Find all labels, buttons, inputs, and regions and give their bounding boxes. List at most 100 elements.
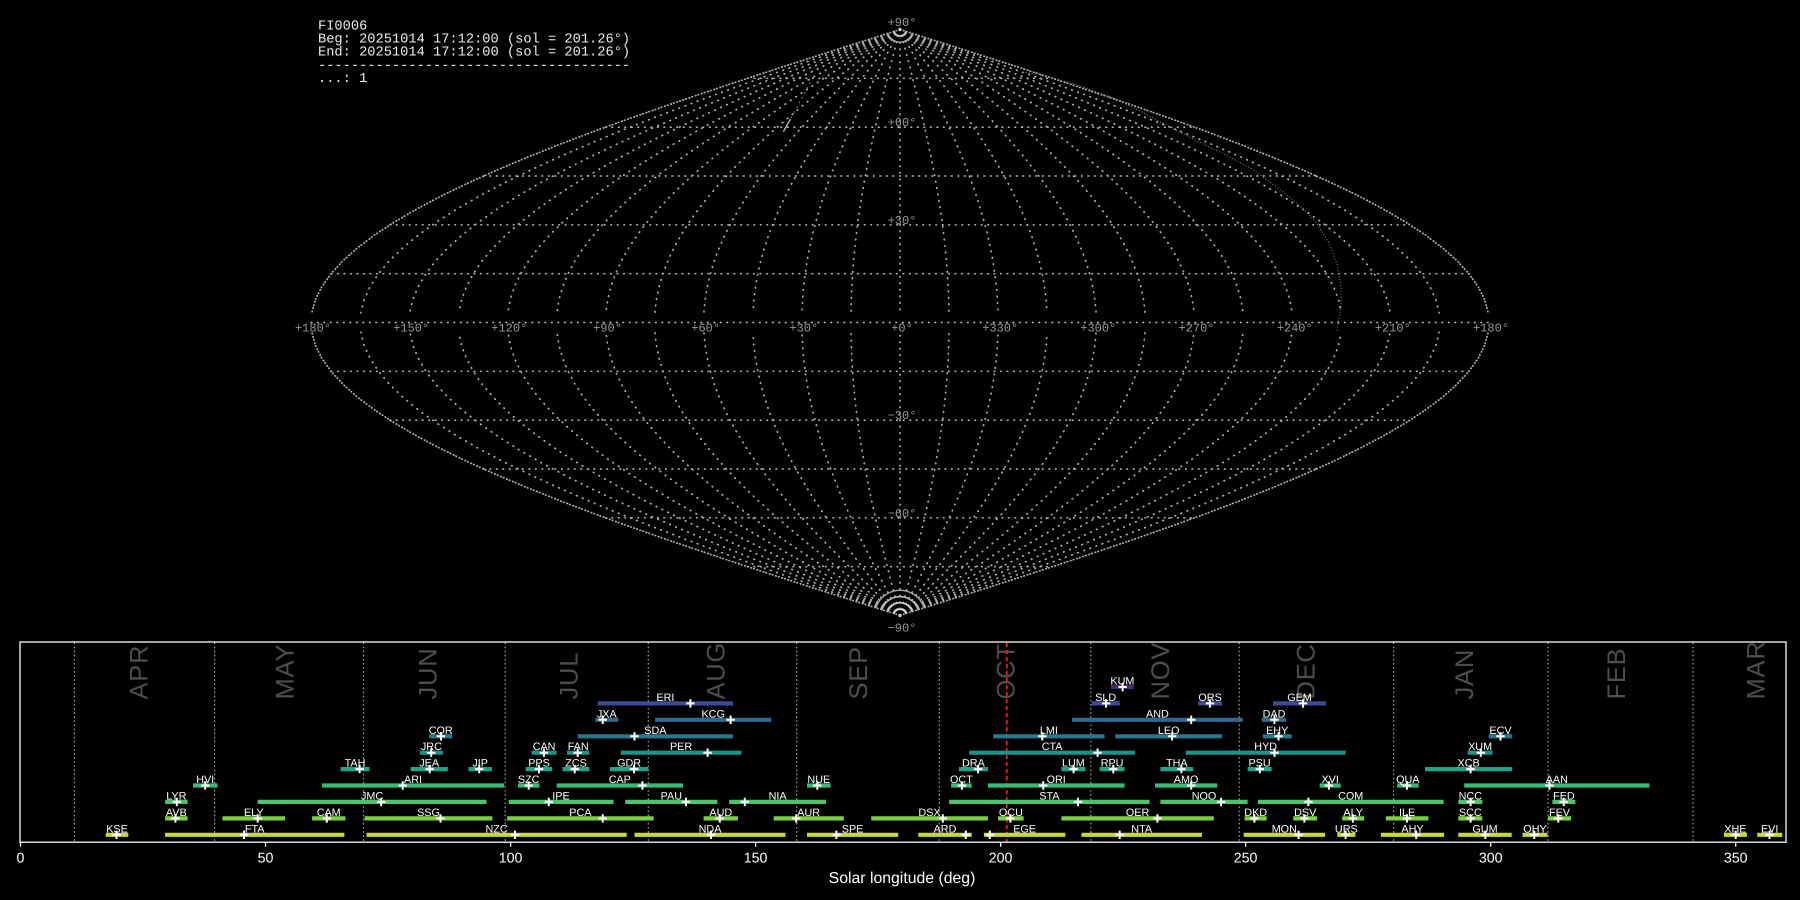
- svg-text:JIP: JIP: [472, 758, 488, 770]
- svg-text:+90°: +90°: [888, 16, 917, 30]
- svg-text:FAN: FAN: [568, 741, 589, 753]
- svg-text:LYR: LYR: [166, 790, 186, 802]
- svg-text:HYD: HYD: [1254, 741, 1277, 753]
- svg-text:ALY: ALY: [1343, 807, 1363, 819]
- svg-text:DKD: DKD: [1244, 807, 1267, 819]
- svg-text:XVI: XVI: [1321, 774, 1338, 786]
- svg-text:PSU: PSU: [1248, 758, 1270, 770]
- svg-text:PPS: PPS: [528, 758, 550, 770]
- svg-text:SPE: SPE: [842, 823, 864, 835]
- svg-text:FED: FED: [1553, 790, 1575, 802]
- svg-text:+30°: +30°: [888, 214, 917, 228]
- svg-text:ARI: ARI: [404, 774, 422, 786]
- svg-text:+60°: +60°: [691, 322, 720, 336]
- svg-text:OCT: OCT: [950, 774, 973, 786]
- svg-text:100: 100: [499, 851, 523, 867]
- svg-text:NIA: NIA: [769, 790, 788, 802]
- svg-text:NDA: NDA: [699, 823, 723, 835]
- svg-text:IPE: IPE: [552, 790, 569, 802]
- svg-text:THA: THA: [1166, 758, 1188, 770]
- svg-text:EHY: EHY: [1266, 725, 1288, 737]
- svg-text:SSG: SSG: [417, 807, 440, 819]
- svg-text:FEV: FEV: [1549, 807, 1571, 819]
- svg-text:+240°: +240°: [1277, 322, 1313, 336]
- svg-text:+180°: +180°: [295, 322, 331, 336]
- svg-text:XCB: XCB: [1457, 758, 1479, 770]
- svg-text:JAN: JAN: [1451, 649, 1479, 700]
- svg-text:FEB: FEB: [1603, 648, 1631, 700]
- svg-text:EGE: EGE: [1013, 823, 1036, 835]
- svg-text:GUM: GUM: [1472, 823, 1497, 835]
- svg-text:XUM: XUM: [1468, 741, 1492, 753]
- svg-text:+330°: +330°: [982, 322, 1018, 336]
- svg-text:CAM: CAM: [317, 807, 341, 819]
- svg-text:HVI: HVI: [196, 774, 214, 786]
- svg-text:200: 200: [989, 851, 1013, 867]
- svg-text:SLD: SLD: [1095, 692, 1116, 704]
- svg-text:+300°: +300°: [1080, 322, 1116, 336]
- svg-text:+90°: +90°: [593, 322, 622, 336]
- svg-text:AUR: AUR: [797, 807, 820, 819]
- svg-text:NZC: NZC: [485, 823, 507, 835]
- svg-text:AUG: AUG: [703, 642, 731, 700]
- svg-text:LMI: LMI: [1040, 725, 1058, 737]
- svg-text:Solar longitude (deg): Solar longitude (deg): [829, 870, 976, 887]
- svg-text:250: 250: [1234, 851, 1258, 867]
- svg-text:STA: STA: [1039, 790, 1060, 802]
- svg-text:GEM: GEM: [1287, 692, 1312, 704]
- svg-text:+180°: +180°: [1473, 322, 1509, 336]
- svg-text:PCA: PCA: [569, 807, 592, 819]
- svg-text:...: 1: ...: 1: [318, 72, 367, 87]
- svg-text:NOO: NOO: [1192, 790, 1217, 802]
- svg-text:DSX: DSX: [918, 807, 940, 819]
- svg-text:SZC: SZC: [518, 774, 540, 786]
- svg-text:EVI: EVI: [1761, 823, 1778, 835]
- svg-text:OER: OER: [1126, 807, 1150, 819]
- svg-text:CAP: CAP: [609, 774, 631, 786]
- svg-text:JUL: JUL: [556, 652, 584, 700]
- svg-text:ORI: ORI: [1047, 774, 1066, 786]
- svg-text:XHE: XHE: [1724, 823, 1746, 835]
- svg-text:AND: AND: [1146, 708, 1169, 720]
- svg-text:SCC: SCC: [1459, 807, 1482, 819]
- svg-text:JEA: JEA: [419, 758, 440, 770]
- svg-text:OCU: OCU: [999, 807, 1023, 819]
- svg-text:0: 0: [17, 851, 25, 867]
- svg-text:KCG: KCG: [701, 708, 724, 720]
- svg-text:+270°: +270°: [1178, 322, 1214, 336]
- svg-text:MON: MON: [1272, 823, 1297, 835]
- svg-text:QUA: QUA: [1396, 774, 1420, 786]
- svg-text:SDA: SDA: [644, 725, 667, 737]
- svg-text:FTA: FTA: [245, 823, 265, 835]
- svg-text:AHY: AHY: [1401, 823, 1423, 835]
- svg-text:+210°: +210°: [1375, 322, 1411, 336]
- svg-text:ARD: ARD: [934, 823, 957, 835]
- svg-text:CAN: CAN: [533, 741, 556, 753]
- svg-text:+120°: +120°: [491, 322, 527, 336]
- svg-text:AMO: AMO: [1174, 774, 1199, 786]
- svg-text:MAR: MAR: [1743, 640, 1771, 699]
- svg-text:OHY: OHY: [1523, 823, 1546, 835]
- svg-text:−90°: −90°: [888, 622, 917, 636]
- svg-text:RPU: RPU: [1101, 758, 1124, 770]
- svg-text:ORS: ORS: [1198, 692, 1221, 704]
- svg-text:SEP: SEP: [845, 646, 873, 699]
- svg-text:350: 350: [1724, 851, 1748, 867]
- svg-text:AAN: AAN: [1546, 774, 1568, 786]
- svg-text:LEO: LEO: [1158, 725, 1180, 737]
- svg-text:DRA: DRA: [962, 758, 986, 770]
- svg-text:NCC: NCC: [1459, 790, 1483, 802]
- svg-text:−30°: −30°: [888, 409, 917, 423]
- svg-text:JXA: JXA: [597, 708, 618, 720]
- svg-text:ELY: ELY: [244, 807, 264, 819]
- svg-text:COR: COR: [429, 725, 453, 737]
- svg-text:NOV: NOV: [1147, 642, 1175, 700]
- svg-text:PER: PER: [670, 741, 692, 753]
- svg-text:NTA: NTA: [1131, 823, 1153, 835]
- svg-text:JRC: JRC: [421, 741, 442, 753]
- svg-text:ECV: ECV: [1489, 725, 1512, 737]
- svg-text:CTA: CTA: [1042, 741, 1064, 753]
- svg-text:DSV: DSV: [1294, 807, 1317, 819]
- svg-text:NUE: NUE: [807, 774, 830, 786]
- svg-text:150: 150: [744, 851, 768, 867]
